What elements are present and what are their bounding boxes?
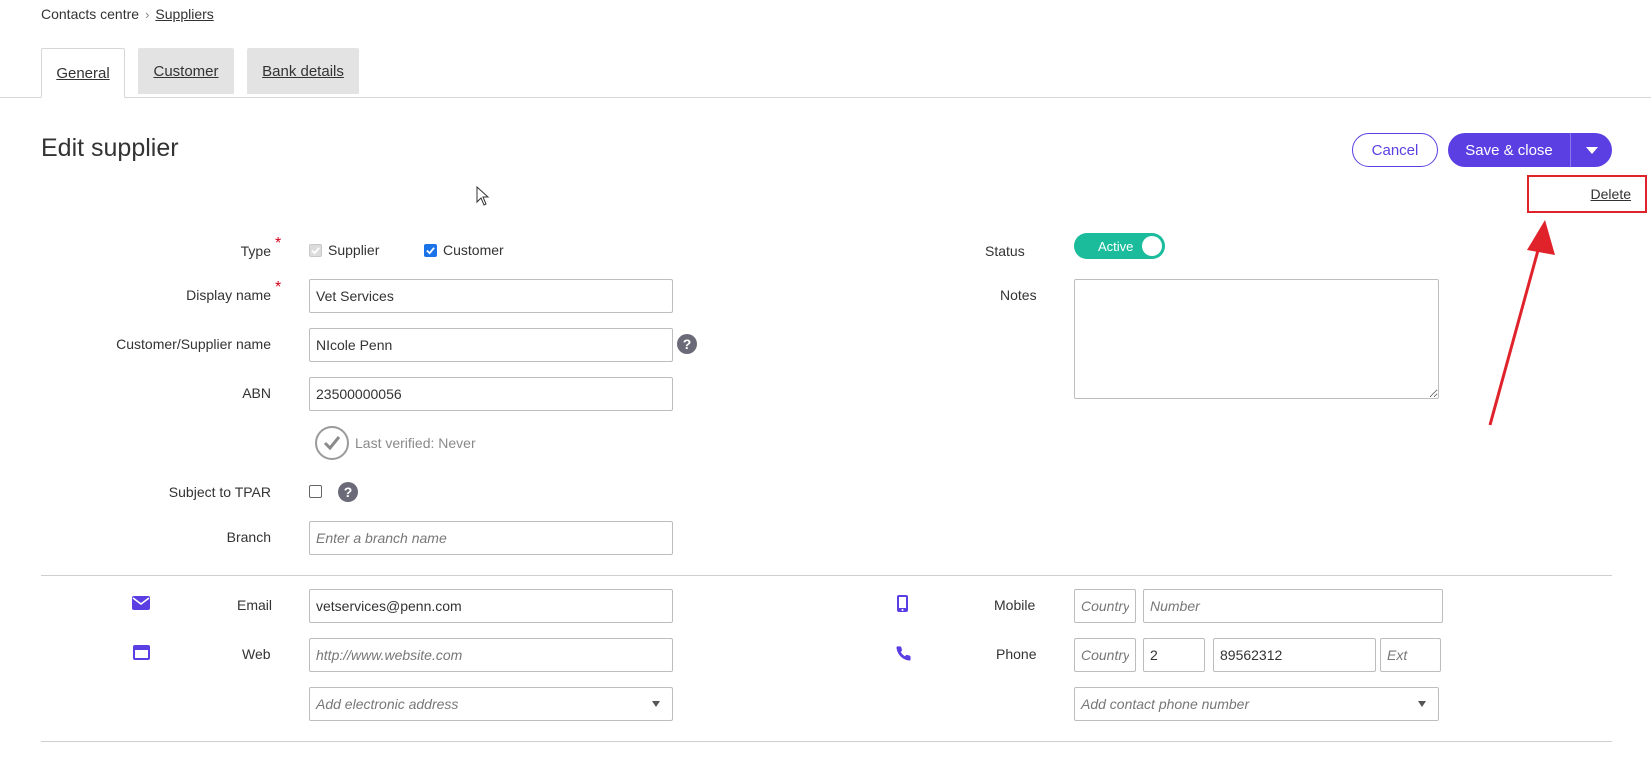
last-verified-text: Last verified: Never (355, 435, 476, 451)
tab-bank-details[interactable]: Bank details (247, 48, 359, 94)
type-supplier-checkbox[interactable] (309, 243, 322, 257)
breadcrumb-chevron-icon: › (145, 6, 150, 22)
branch-label: Branch (226, 529, 271, 545)
abn-verify-status (315, 426, 349, 460)
status-toggle-label: Active (1098, 238, 1134, 254)
mouse-cursor-icon (476, 186, 490, 206)
chevron-down-icon (652, 701, 660, 707)
phone-area-code-input[interactable] (1143, 638, 1205, 672)
phone-label: Phone (996, 646, 1037, 662)
telephone-icon (896, 646, 911, 661)
delete-menu-item[interactable]: Delete (1527, 175, 1647, 213)
mobile-label: Mobile (994, 597, 1036, 613)
tab-customer[interactable]: Customer (138, 48, 234, 94)
envelope-icon (132, 596, 150, 610)
checkmark-icon (323, 436, 341, 451)
notes-textarea[interactable] (1074, 279, 1439, 399)
phone-number-input[interactable] (1213, 638, 1376, 672)
add-electronic-address-select[interactable]: Add electronic address (309, 687, 673, 721)
mobile-country-input[interactable] (1074, 589, 1136, 623)
breadcrumb-current[interactable]: Suppliers (155, 6, 213, 22)
tpar-label: Subject to TPAR (168, 484, 271, 500)
save-options-dropdown-button[interactable] (1571, 146, 1612, 154)
email-label: Email (237, 597, 273, 613)
status-label: Status (985, 243, 1025, 259)
browser-window-icon (133, 645, 150, 660)
display-name-label: Display name (186, 287, 271, 303)
required-marker: * (275, 235, 282, 252)
mobile-phone-icon (897, 595, 908, 612)
required-marker: * (275, 279, 282, 296)
phone-country-input[interactable] (1074, 638, 1136, 672)
tab-general[interactable]: General (41, 48, 125, 98)
cancel-button[interactable]: Cancel (1352, 133, 1438, 167)
type-supplier-option[interactable]: Supplier (309, 242, 379, 258)
breadcrumb: Contacts centre › Suppliers (41, 6, 214, 22)
chevron-down-icon (1585, 146, 1598, 154)
save-close-button-group: Save & close (1448, 133, 1612, 167)
tab-divider (0, 97, 1651, 98)
page-title: Edit supplier (41, 134, 179, 162)
tpar-checkbox[interactable] (309, 485, 322, 498)
save-close-button[interactable]: Save & close (1448, 142, 1570, 159)
chevron-down-icon (1418, 701, 1426, 707)
customer-supplier-name-input[interactable] (309, 328, 673, 362)
help-icon[interactable]: ? (338, 482, 358, 502)
email-input[interactable] (309, 589, 673, 623)
web-input[interactable] (309, 638, 673, 672)
add-contact-phone-text: Add contact phone number (1081, 696, 1250, 712)
toggle-knob (1142, 236, 1162, 256)
red-arrow-annotation (1488, 220, 1555, 426)
web-label: Web (242, 646, 271, 662)
help-icon[interactable]: ? (677, 334, 697, 354)
customer-supplier-name-label: Customer/Supplier name (116, 336, 271, 352)
branch-input[interactable] (309, 521, 673, 555)
abn-label: ABN (242, 385, 271, 401)
breadcrumb-root[interactable]: Contacts centre (41, 6, 139, 22)
mobile-number-input[interactable] (1143, 589, 1443, 623)
type-label: Type (240, 243, 271, 259)
display-name-input[interactable] (309, 279, 673, 313)
section-divider (41, 575, 1612, 576)
add-contact-phone-select[interactable]: Add contact phone number (1074, 687, 1439, 721)
notes-label: Notes (1000, 287, 1037, 303)
type-customer-checkbox[interactable] (424, 243, 437, 257)
type-customer-option[interactable]: Customer (424, 242, 504, 258)
abn-input[interactable] (309, 377, 673, 411)
section-divider (41, 741, 1612, 742)
add-electronic-address-text: Add electronic address (316, 696, 459, 712)
phone-ext-input[interactable] (1380, 638, 1441, 672)
status-toggle[interactable]: Active (1074, 233, 1165, 259)
type-customer-label: Customer (443, 242, 504, 258)
type-supplier-label: Supplier (328, 242, 380, 258)
